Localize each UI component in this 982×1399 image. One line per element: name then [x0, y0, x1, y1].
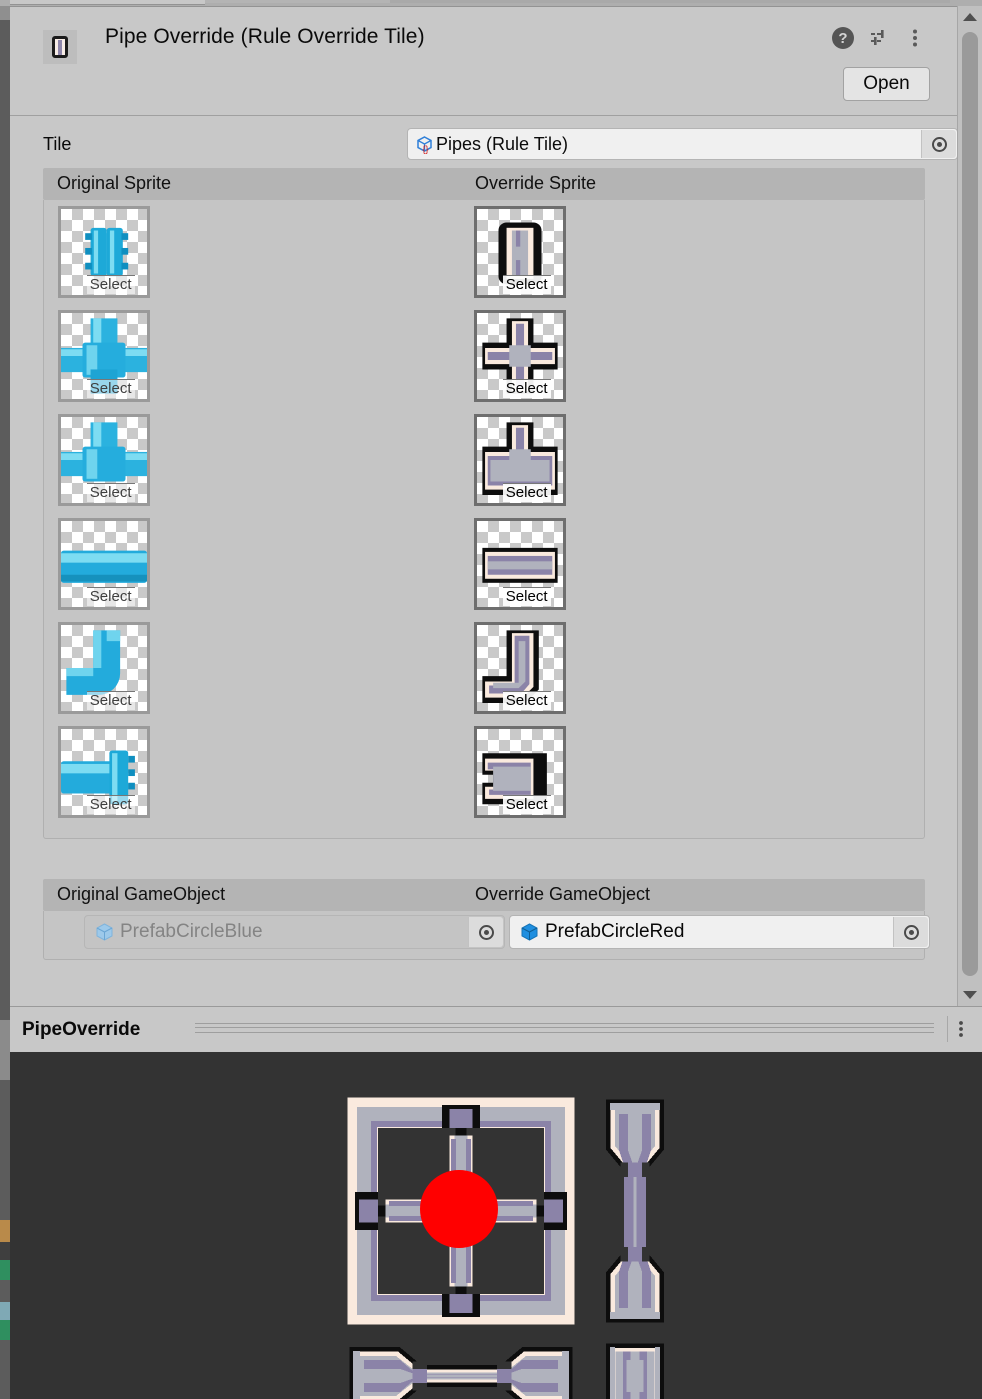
tab-secondary[interactable]: [205, 0, 390, 3]
select-label[interactable]: Select: [502, 483, 551, 502]
prefab-circle-red-instance: [420, 1170, 498, 1248]
original-sprite-thumbnail[interactable]: Select: [58, 310, 150, 402]
override-sprite-thumbnail[interactable]: Select: [474, 622, 566, 714]
preview-title: PipeOverride: [22, 1019, 141, 1040]
pipe-horizontal-sprite: [349, 1347, 573, 1399]
preview-toolbar: PipeOverride: [10, 1006, 982, 1054]
select-label[interactable]: Select: [502, 691, 551, 710]
table-row: Select Select: [44, 310, 924, 414]
select-label[interactable]: Select: [86, 379, 135, 398]
header-icon-group: ?: [832, 27, 926, 49]
select-label[interactable]: Select: [86, 691, 135, 710]
original-sprite-thumbnail[interactable]: Select: [58, 622, 150, 714]
gameobject-list: PrefabCircleBlue PrefabCircleRed: [43, 911, 930, 960]
override-gameobject-column-label: Override GameObject: [475, 884, 651, 904]
override-sprite-thumbnail[interactable]: Select: [474, 414, 566, 506]
inspector-body: Tile {} Pipes (Rule Tile) Original Sprit…: [10, 128, 958, 960]
svg-text:{}: {}: [423, 144, 429, 154]
inspector-window: Pipe Override (Rule Override Tile) ? Ope…: [0, 0, 982, 1399]
tile-object-field[interactable]: {} Pipes (Rule Tile): [407, 128, 958, 160]
gameobject-table-header: Original GameObject Override GameObject: [43, 879, 925, 911]
tile-object-value: Pipes (Rule Tile): [436, 133, 569, 154]
override-sprite-thumbnail[interactable]: Select: [474, 206, 566, 298]
scroll-thumb[interactable]: [962, 32, 978, 976]
object-picker-icon[interactable]: [893, 917, 928, 947]
override-gameobject-field[interactable]: PrefabCircleRed: [509, 915, 930, 949]
select-label[interactable]: Select: [86, 483, 135, 502]
select-label[interactable]: Select: [502, 587, 551, 606]
inspector-scrollbar[interactable]: [957, 6, 982, 1006]
help-icon[interactable]: ?: [832, 27, 854, 49]
scroll-up-arrow-icon[interactable]: [958, 6, 982, 28]
kebab-menu-icon[interactable]: [904, 27, 926, 49]
object-picker-icon: [468, 917, 503, 947]
open-button[interactable]: Open: [843, 67, 930, 101]
rule-tile-asset-icon: {}: [415, 135, 434, 154]
original-sprite-thumbnail[interactable]: Select: [58, 206, 150, 298]
override-sprite-thumbnail[interactable]: Select: [474, 726, 566, 818]
preview-options-icon[interactable]: [947, 1016, 974, 1042]
select-label[interactable]: Select: [86, 795, 135, 814]
prefab-icon: [94, 922, 115, 943]
preview-canvas[interactable]: [10, 1052, 982, 1399]
original-sprite-thumbnail[interactable]: Select: [58, 726, 150, 818]
toolbar-divider: [195, 1023, 934, 1033]
table-row: Select Select: [44, 206, 924, 310]
original-sprite-thumbnail[interactable]: Select: [58, 518, 150, 610]
table-row: Select Select: [44, 622, 924, 726]
table-row: Select Select: [44, 414, 924, 518]
scroll-down-arrow-icon[interactable]: [958, 984, 982, 1006]
select-label[interactable]: Select: [502, 379, 551, 398]
tile-field-label: Tile: [43, 134, 72, 154]
adjacent-panel-strip: [0, 0, 10, 1399]
prefab-icon: [519, 922, 540, 943]
object-picker-icon[interactable]: [921, 130, 956, 158]
select-label[interactable]: Select: [502, 795, 551, 814]
tile-field-row: Tile {} Pipes (Rule Tile): [10, 128, 958, 164]
override-sprite-column-label: Override Sprite: [475, 173, 597, 193]
rule-override-tile-icon: [43, 30, 77, 64]
original-sprite-thumbnail[interactable]: Select: [58, 414, 150, 506]
sprite-list: Select Select Select Select Select Selec…: [43, 200, 925, 839]
sprite-table-header: Original Sprite Override Sprite: [43, 168, 925, 200]
override-sprite-thumbnail[interactable]: Select: [474, 518, 566, 610]
override-gameobject-value: PrefabCircleRed: [545, 921, 685, 942]
select-label[interactable]: Select: [86, 275, 135, 294]
preview-pipe-vertical: [599, 1090, 671, 1332]
select-label[interactable]: Select: [86, 587, 135, 606]
override-sprite-thumbnail[interactable]: Select: [474, 310, 566, 402]
table-row: PrefabCircleBlue PrefabCircleRed: [77, 913, 930, 953]
original-gameobject-field: PrefabCircleBlue: [84, 915, 505, 949]
original-gameobject-column-label: Original GameObject: [57, 884, 226, 904]
tab-active[interactable]: [10, 0, 205, 5]
tab-tertiary[interactable]: [390, 0, 950, 3]
table-row: Select Select: [44, 726, 924, 830]
preset-icon[interactable]: [868, 27, 890, 49]
preview-pipe-horizontal: [340, 1340, 582, 1399]
table-row: Select Select: [44, 518, 924, 622]
inspector-panel: Pipe Override (Rule Override Tile) ? Ope…: [10, 6, 958, 1006]
pipe-cap-sprite: [606, 1343, 664, 1399]
inspector-header: Pipe Override (Rule Override Tile) ? Ope…: [10, 7, 958, 116]
preview-pipe-cap: [599, 1340, 671, 1399]
original-sprite-column-label: Original Sprite: [57, 173, 172, 193]
select-label[interactable]: Select: [502, 275, 551, 294]
original-gameobject-value: PrefabCircleBlue: [120, 921, 263, 942]
pipe-vertical-sprite: [606, 1099, 664, 1323]
page-title: Pipe Override (Rule Override Tile): [105, 25, 425, 48]
